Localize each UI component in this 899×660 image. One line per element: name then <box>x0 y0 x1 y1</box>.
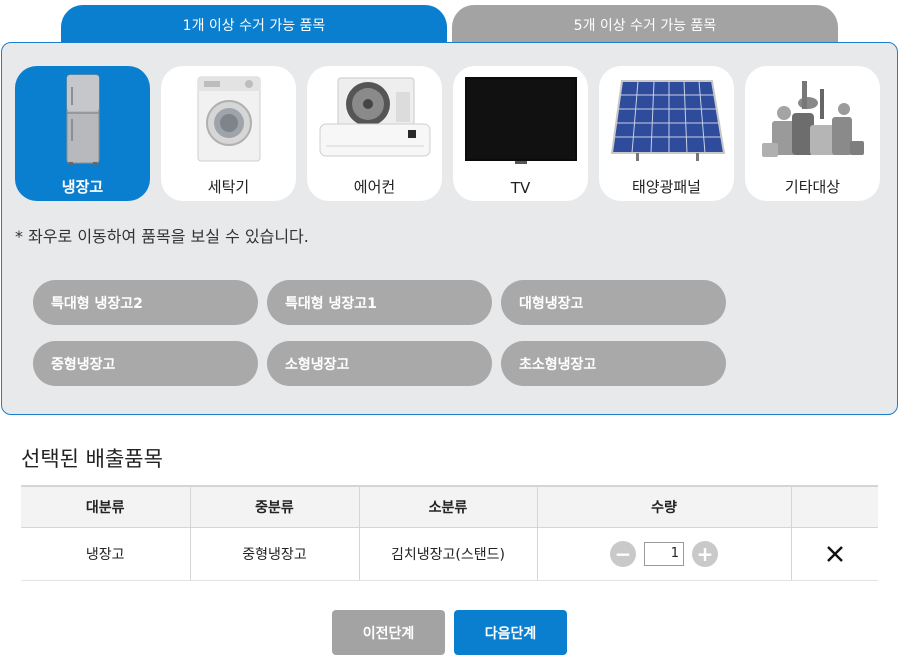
category-label: 태양광패널 <box>631 178 701 196</box>
next-step-button[interactable]: 다음단계 <box>454 610 567 655</box>
tv-icon <box>462 72 580 168</box>
table-row: 냉장고 중형냉장고 김치냉장고(스탠드) − + <box>21 527 878 581</box>
prev-step-button[interactable]: 이전단계 <box>332 610 445 655</box>
selected-items-table: 대분류 중분류 소분류 수량 냉장고 중형냉장고 김치냉장고(스탠드) − + <box>21 485 878 581</box>
subcategory-small-fridge[interactable]: 소형냉장고 <box>267 341 492 386</box>
header-minor-category: 소분류 <box>359 485 538 528</box>
subcategory-mini-fridge[interactable]: 초소형냉장고 <box>501 341 726 386</box>
category-label: 세탁기 <box>207 178 250 196</box>
plus-button[interactable]: + <box>692 540 718 567</box>
washing-machine-icon <box>170 72 288 168</box>
refrigerator-icon <box>24 72 142 168</box>
cell-major: 냉장고 <box>21 527 191 581</box>
category-label: 에어컨 <box>353 178 396 196</box>
category-misc[interactable]: 기타대상 <box>745 66 880 201</box>
header-quantity: 수량 <box>537 485 792 528</box>
category-tv[interactable]: TV <box>453 66 588 201</box>
category-air-conditioner[interactable]: 에어컨 <box>307 66 442 201</box>
cell-minor: 김치냉장고(스탠드) <box>359 527 538 581</box>
cell-quantity: − + <box>537 527 792 581</box>
cell-delete <box>791 527 878 581</box>
cell-middle: 중형냉장고 <box>190 527 360 581</box>
selected-items-title: 선택된 배출품목 <box>21 447 163 471</box>
category-list: 냉장고 세탁기 에어컨 TV 태양광패널 기타대상 <box>15 66 880 201</box>
quantity-stepper: − + <box>538 540 791 567</box>
misc-appliances-icon <box>754 72 872 168</box>
subcategory-medium-fridge[interactable]: 중형냉장고 <box>33 341 258 386</box>
category-label: 냉장고 <box>61 178 104 196</box>
close-icon[interactable] <box>820 539 850 569</box>
subcategory-large-fridge[interactable]: 대형냉장고 <box>501 280 726 325</box>
header-major-category: 대분류 <box>21 485 191 528</box>
subcategory-list: 특대형 냉장고2 특대형 냉장고1 대형냉장고 중형냉장고 소형냉장고 초소형냉… <box>33 280 726 386</box>
table-header-row: 대분류 중분류 소분류 수량 <box>21 485 878 528</box>
category-label: 기타대상 <box>784 178 841 196</box>
category-washing-machine[interactable]: 세탁기 <box>161 66 296 201</box>
header-middle-category: 중분류 <box>190 485 360 528</box>
scroll-hint: * 좌우로 이동하여 품목을 보실 수 있습니다. <box>15 227 309 246</box>
solar-panel-icon <box>608 72 726 168</box>
air-conditioner-icon <box>316 72 434 168</box>
subcategory-xl-fridge-2[interactable]: 특대형 냉장고2 <box>33 280 258 325</box>
category-refrigerator[interactable]: 냉장고 <box>15 66 150 201</box>
subcategory-xl-fridge-1[interactable]: 특대형 냉장고1 <box>267 280 492 325</box>
tab-five-or-more[interactable]: 5개 이상 수거 가능 품목 <box>452 5 838 45</box>
category-solar-panel[interactable]: 태양광패널 <box>599 66 734 201</box>
minus-button[interactable]: − <box>610 540 636 567</box>
quantity-input[interactable] <box>644 541 684 566</box>
tab-one-or-more[interactable]: 1개 이상 수거 가능 품목 <box>61 5 447 45</box>
header-delete <box>791 485 878 528</box>
category-panel: 냉장고 세탁기 에어컨 TV 태양광패널 기타대상 * 좌우로 이동하여 품목을… <box>1 42 898 415</box>
category-label: TV <box>510 179 531 197</box>
